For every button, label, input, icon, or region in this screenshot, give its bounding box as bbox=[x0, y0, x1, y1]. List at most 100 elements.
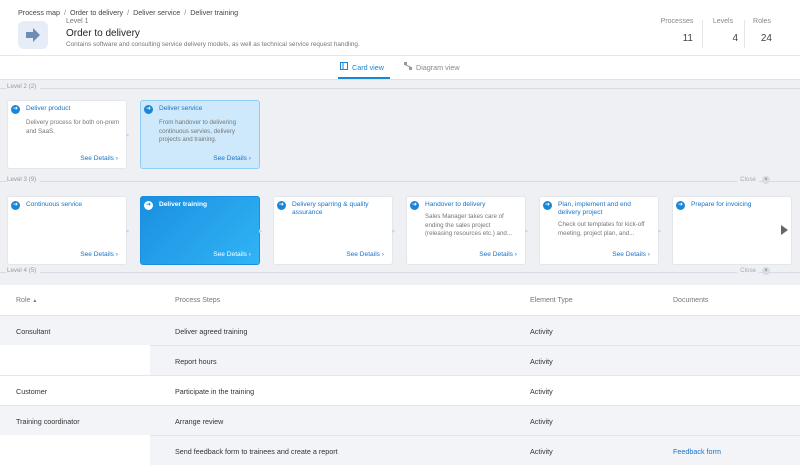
level-4-label: Level 4 (5) bbox=[7, 267, 41, 274]
cell-type: Activity bbox=[530, 417, 553, 426]
stat-value: 24 bbox=[760, 33, 772, 44]
chevron-right-icon: ▸ bbox=[259, 227, 263, 235]
close-button[interactable]: Close bbox=[737, 176, 759, 183]
process-arrow-icon: ➜ bbox=[11, 201, 20, 210]
stat-roles: Roles 24 bbox=[747, 18, 777, 44]
cell-type: Activity bbox=[530, 447, 553, 456]
divider-rule bbox=[0, 272, 800, 273]
breadcrumb-separator: / bbox=[127, 8, 130, 17]
card-view-icon bbox=[340, 62, 348, 72]
column-header-type[interactable]: Element Type bbox=[530, 297, 573, 304]
cell-type: Activity bbox=[530, 357, 553, 366]
process-arrow-icon bbox=[18, 21, 48, 49]
card-title: Deliver product bbox=[26, 105, 71, 112]
see-details-link[interactable]: See Details › bbox=[213, 251, 251, 258]
process-arrow-icon: ➜ bbox=[676, 201, 685, 210]
table-row: Consultant Deliver agreed training Activ… bbox=[0, 315, 800, 345]
table-row: Report hours Activity bbox=[150, 345, 800, 375]
chevron-right-icon: ▸ bbox=[126, 227, 130, 235]
diagram-view-icon bbox=[404, 62, 412, 72]
stat-label: Processes bbox=[660, 18, 694, 25]
stat-label: Levels bbox=[712, 18, 734, 25]
card-description: From handover to delivering continuous s… bbox=[159, 119, 237, 144]
cell-step[interactable]: Arrange review bbox=[175, 417, 223, 426]
see-details-link[interactable]: See Details › bbox=[612, 251, 650, 258]
scroll-right-icon[interactable] bbox=[781, 225, 788, 235]
cell-type: Activity bbox=[530, 327, 553, 336]
active-tab-indicator bbox=[338, 77, 390, 79]
see-details-link[interactable]: See Details › bbox=[346, 251, 384, 258]
stat-divider bbox=[702, 20, 703, 48]
card-title: Handover to delivery bbox=[425, 201, 486, 208]
cell-role: Consultant bbox=[16, 327, 51, 336]
column-header-steps[interactable]: Process Steps bbox=[175, 297, 220, 304]
stat-value: 4 bbox=[732, 33, 738, 44]
card-handover-to-delivery[interactable]: ➜ Handover to delivery Sales Manager tak… bbox=[406, 196, 529, 265]
tab-card-view[interactable]: Card view bbox=[340, 62, 384, 72]
tab-label: Card view bbox=[352, 62, 384, 72]
see-details-link[interactable]: See Details › bbox=[479, 251, 517, 258]
page-header: Process map / Order to delivery / Deliver se… bbox=[0, 0, 800, 56]
process-steps-table: Role ▲ Process Steps Element Type Docume… bbox=[0, 285, 800, 472]
page-description: Contains software and consulting service… bbox=[66, 41, 360, 48]
card-delivery-sparring[interactable]: ➜ Delivery sparring & quality assurance … bbox=[273, 196, 396, 265]
cell-role: Training coordinator bbox=[16, 417, 80, 426]
process-arrow-icon: ➜ bbox=[410, 201, 419, 210]
chevron-right-icon: ▸ bbox=[392, 227, 396, 235]
cell-type: Activity bbox=[530, 387, 553, 396]
close-icon[interactable]: × bbox=[762, 176, 770, 184]
level-label: Level 1 bbox=[66, 18, 89, 25]
see-details-link[interactable]: See Details › bbox=[80, 251, 118, 258]
table-row: Customer Participate in the training Act… bbox=[0, 375, 800, 405]
close-icon[interactable]: × bbox=[762, 267, 770, 275]
column-header-documents[interactable]: Documents bbox=[673, 297, 708, 304]
cell-step[interactable]: Send feedback form to trainees and creat… bbox=[175, 447, 338, 456]
cell-step[interactable]: Deliver agreed training bbox=[175, 327, 247, 336]
card-deliver-product[interactable]: ➜ Deliver product Delivery process for b… bbox=[7, 100, 130, 169]
process-arrow-icon: ➜ bbox=[543, 201, 552, 210]
close-button[interactable]: Close bbox=[737, 267, 759, 274]
feedback-form-link[interactable]: Feedback form bbox=[673, 447, 721, 456]
card-title: Continuous service bbox=[26, 201, 83, 208]
breadcrumb-separator: / bbox=[184, 8, 187, 17]
card-continuous-service[interactable]: ➜ Continuous service See Details › ▸ bbox=[7, 196, 130, 265]
breadcrumb-separator: / bbox=[63, 8, 66, 17]
chevron-right-icon: ▸ bbox=[525, 227, 529, 235]
card-title: Deliver service bbox=[159, 105, 203, 112]
tab-diagram-view[interactable]: Diagram view bbox=[404, 62, 460, 72]
cell-step[interactable]: Report hours bbox=[175, 357, 217, 366]
see-details-link[interactable]: See Details › bbox=[80, 155, 118, 162]
divider-rule bbox=[0, 88, 800, 89]
table-row: Training coordinator Arrange review Acti… bbox=[0, 405, 800, 435]
process-arrow-icon: ➜ bbox=[144, 201, 153, 210]
process-arrow-icon: ➜ bbox=[277, 201, 286, 210]
breadcrumb-item-process-map[interactable]: Process map bbox=[18, 8, 60, 17]
breadcrumb-item-deliver-training[interactable]: Deliver training bbox=[190, 8, 238, 17]
card-plan-implement-end[interactable]: ➜ Plan, implement and end delivery proje… bbox=[539, 196, 662, 265]
level-3-label: Level 3 (9) bbox=[7, 176, 41, 183]
level-2-divider: Level 2 (2) bbox=[0, 83, 800, 93]
card-deliver-training[interactable]: ➜ Deliver training See Details › ▸ bbox=[140, 196, 263, 265]
stat-divider bbox=[744, 20, 745, 48]
cell-role: Customer bbox=[16, 387, 48, 396]
table-row: Send feedback form to trainees and creat… bbox=[150, 435, 800, 465]
chevron-right-icon: ▸ bbox=[658, 227, 662, 235]
see-details-link[interactable]: See Details › bbox=[213, 155, 251, 162]
view-tabs: Card view Diagram view bbox=[0, 56, 800, 80]
breadcrumb-item-order-to-delivery[interactable]: Order to delivery bbox=[70, 8, 123, 17]
tab-label: Diagram view bbox=[416, 62, 460, 72]
card-deliver-service[interactable]: ➜ Deliver service From handover to deliv… bbox=[140, 100, 260, 169]
breadcrumb-item-deliver-service[interactable]: Deliver service bbox=[133, 8, 180, 17]
stat-processes: Processes 11 bbox=[652, 18, 702, 44]
cell-step[interactable]: Participate in the training bbox=[175, 387, 254, 396]
level-2-label: Level 2 (2) bbox=[7, 83, 41, 90]
card-title: Deliver training bbox=[159, 201, 208, 208]
card-title: Delivery sparring & quality assurance bbox=[292, 201, 369, 216]
card-description: Sales Manager takes care of ending the s… bbox=[425, 213, 513, 238]
process-arrow-icon: ➜ bbox=[11, 105, 20, 114]
divider-rule bbox=[0, 181, 800, 182]
card-title: Prepare for invoicing bbox=[691, 201, 752, 208]
column-header-role[interactable]: Role ▲ bbox=[16, 297, 37, 304]
card-prepare-for-invoicing[interactable]: ➜ Prepare for invoicing bbox=[672, 196, 792, 265]
card-title: Plan, implement and end delivery project bbox=[558, 201, 631, 216]
